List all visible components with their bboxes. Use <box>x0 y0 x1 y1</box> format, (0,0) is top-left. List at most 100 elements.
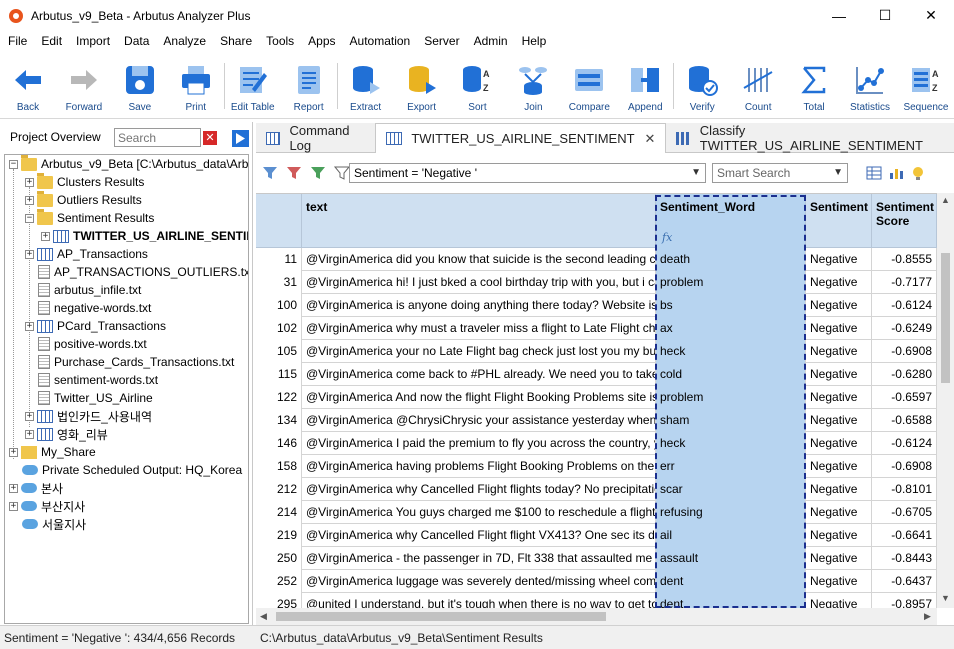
row-number[interactable]: 295 <box>256 593 302 608</box>
filter-add-icon[interactable] <box>260 163 280 183</box>
row-number[interactable]: 11 <box>256 248 302 271</box>
chart-view-icon[interactable] <box>886 163 906 183</box>
tree-item-purchase-cards[interactable]: Purchase_Cards_Transactions.txt <box>38 353 234 371</box>
chevron-down-icon[interactable]: ▼ <box>833 164 843 182</box>
cell-sentiment[interactable]: Negative <box>806 409 872 432</box>
row-number[interactable]: 252 <box>256 570 302 593</box>
menu-edit[interactable]: Edit <box>34 31 69 51</box>
cell-text[interactable]: @VirginAmerica why Cancelled Flight flig… <box>302 478 656 501</box>
cell-sentiment-score[interactable]: -0.6908 <box>872 340 937 363</box>
cell-sentiment-word[interactable]: problem <box>656 386 806 409</box>
cell-sentiment[interactable]: Negative <box>806 593 872 608</box>
cell-sentiment[interactable]: Negative <box>806 501 872 524</box>
cell-text[interactable]: @VirginAmerica why Cancelled Flight flig… <box>302 524 656 547</box>
column-header-text[interactable]: text <box>302 194 656 248</box>
count-button[interactable]: Count <box>730 53 786 117</box>
column-header-sentiment[interactable]: Sentiment <box>806 194 872 248</box>
cell-sentiment-word[interactable]: sham <box>656 409 806 432</box>
menu-data[interactable]: Data <box>117 31 156 51</box>
tab-classify[interactable]: Classify TWITTER_US_AIRLINE_SENTIMENT <box>666 123 954 153</box>
tree-item-pcard-transactions[interactable]: + PCard_Transactions <box>25 317 166 335</box>
row-number[interactable]: 214 <box>256 501 302 524</box>
table-row[interactable]: 158 @VirginAmerica having problems Flight… <box>256 455 937 478</box>
table-row[interactable]: 212 @VirginAmerica why Cancelled Flight f… <box>256 478 937 501</box>
cell-sentiment-score[interactable]: -0.6249 <box>872 317 937 340</box>
row-number[interactable]: 105 <box>256 340 302 363</box>
filter-expression-input[interactable]: Sentiment = 'Negative ' ▼ <box>349 163 706 183</box>
back-button[interactable]: Back <box>0 53 56 117</box>
cell-text[interactable]: @VirginAmerica is anyone doing anything … <box>302 294 656 317</box>
row-number[interactable]: 146 <box>256 432 302 455</box>
menu-analyze[interactable]: Analyze <box>156 31 213 51</box>
scroll-right-icon[interactable]: ▶ <box>924 611 931 622</box>
filter-remove-icon[interactable] <box>284 163 304 183</box>
table-row[interactable]: 214 @VirginAmerica You guys charged me $1… <box>256 501 937 524</box>
column-header-sentiment-score[interactable]: Sentiment Score <box>872 194 937 248</box>
sort-button[interactable]: AZ Sort <box>450 53 506 117</box>
cell-sentiment-score[interactable]: -0.6124 <box>872 432 937 455</box>
statistics-button[interactable]: Statistics <box>842 53 898 117</box>
row-number[interactable]: 122 <box>256 386 302 409</box>
expand-icon[interactable]: + <box>25 177 34 187</box>
cell-sentiment-word[interactable]: ax <box>656 317 806 340</box>
cell-text[interactable]: @VirginAmerica your no Late Flight bag c… <box>302 340 656 363</box>
tree-item-hq[interactable]: + 본사 <box>9 479 63 497</box>
report-button[interactable]: Report <box>281 53 337 117</box>
table-row[interactable]: 134 @VirginAmerica @ChrysiChrysic your as… <box>256 409 937 432</box>
menu-file[interactable]: File <box>0 31 34 51</box>
tree-item-arbutus-infile[interactable]: arbutus_infile.txt <box>38 281 141 299</box>
cell-text[interactable]: @VirginAmerica I paid the premium to fly… <box>302 432 656 455</box>
menu-tools[interactable]: Tools <box>259 31 301 51</box>
export-button[interactable]: Export <box>394 53 450 117</box>
cell-sentiment-score[interactable]: -0.6641 <box>872 524 937 547</box>
collapse-icon[interactable]: − <box>9 159 18 169</box>
cell-text[interactable]: @VirginAmerica why must a traveler miss … <box>302 317 656 340</box>
cell-sentiment-word[interactable]: heck <box>656 432 806 455</box>
cell-sentiment-score[interactable]: -0.6280 <box>872 363 937 386</box>
row-number[interactable]: 212 <box>256 478 302 501</box>
cell-sentiment-score[interactable]: -0.8101 <box>872 478 937 501</box>
menu-import[interactable]: Import <box>69 31 117 51</box>
cell-sentiment-word[interactable]: assault <box>656 547 806 570</box>
tab-twitter-sentiment[interactable]: TWITTER_US_AIRLINE_SENTIMENT ✕ <box>375 123 667 153</box>
print-button[interactable]: Print <box>168 53 224 117</box>
table-row[interactable]: 100 @VirginAmerica is anyone doing anythi… <box>256 294 937 317</box>
cell-text[interactable]: @VirginAmerica @ChrysiChrysic your assis… <box>302 409 656 432</box>
expand-icon[interactable]: + <box>25 249 34 259</box>
cell-text[interactable]: @VirginAmerica having problems Flight Bo… <box>302 455 656 478</box>
minimize-button[interactable]: — <box>816 0 862 31</box>
cell-sentiment-word[interactable]: ail <box>656 524 806 547</box>
tree-item-ap-transactions[interactable]: + AP_Transactions <box>25 245 148 263</box>
lightbulb-icon[interactable] <box>908 163 928 183</box>
tree-item-outliers-results[interactable]: + Outliers Results <box>25 190 142 209</box>
cell-sentiment[interactable]: Negative <box>806 386 872 409</box>
project-search-input[interactable] <box>114 128 201 147</box>
cell-text[interactable]: @united I understand, but it's tough whe… <box>302 593 656 608</box>
verify-button[interactable]: Verify <box>674 53 730 117</box>
chevron-down-icon[interactable]: ▼ <box>691 164 701 182</box>
row-number[interactable]: 250 <box>256 547 302 570</box>
tree-item-korean-card[interactable]: + 법인카드_사용내역 <box>25 407 152 425</box>
edit-table-button[interactable]: Edit Table <box>225 53 281 117</box>
row-number[interactable]: 115 <box>256 363 302 386</box>
table-row[interactable]: 252 @VirginAmerica luggage was severely d… <box>256 570 937 593</box>
cell-sentiment-word[interactable]: bs <box>656 294 806 317</box>
table-row[interactable]: 219 @VirginAmerica why Cancelled Flight f… <box>256 524 937 547</box>
tree-item-project-root[interactable]: − Arbutus_v9_Beta [C:\Arbutus_data\Arb <box>9 155 248 173</box>
cell-sentiment[interactable]: Negative <box>806 524 872 547</box>
tree-item-clusters-results[interactable]: + Clusters Results <box>25 172 144 191</box>
cell-sentiment[interactable]: Negative <box>806 547 872 570</box>
row-number[interactable]: 134 <box>256 409 302 432</box>
grid-view-icon[interactable] <box>864 163 884 183</box>
horizontal-scroll-thumb[interactable] <box>276 612 606 621</box>
tree-item-my-share[interactable]: + My_Share <box>9 443 96 461</box>
menu-automation[interactable]: Automation <box>343 31 418 51</box>
cell-sentiment-score[interactable]: -0.6597 <box>872 386 937 409</box>
cell-sentiment[interactable]: Negative <box>806 271 872 294</box>
cell-text[interactable]: @VirginAmerica did you know that suicide… <box>302 248 656 271</box>
collapse-icon[interactable]: − <box>25 213 34 223</box>
maximize-button[interactable]: ☐ <box>862 0 908 31</box>
cell-text[interactable]: @VirginAmerica - the passenger in 7D, Fl… <box>302 547 656 570</box>
menu-server[interactable]: Server <box>417 31 466 51</box>
table-row[interactable]: 115 @VirginAmerica come back to #PHL alre… <box>256 363 937 386</box>
